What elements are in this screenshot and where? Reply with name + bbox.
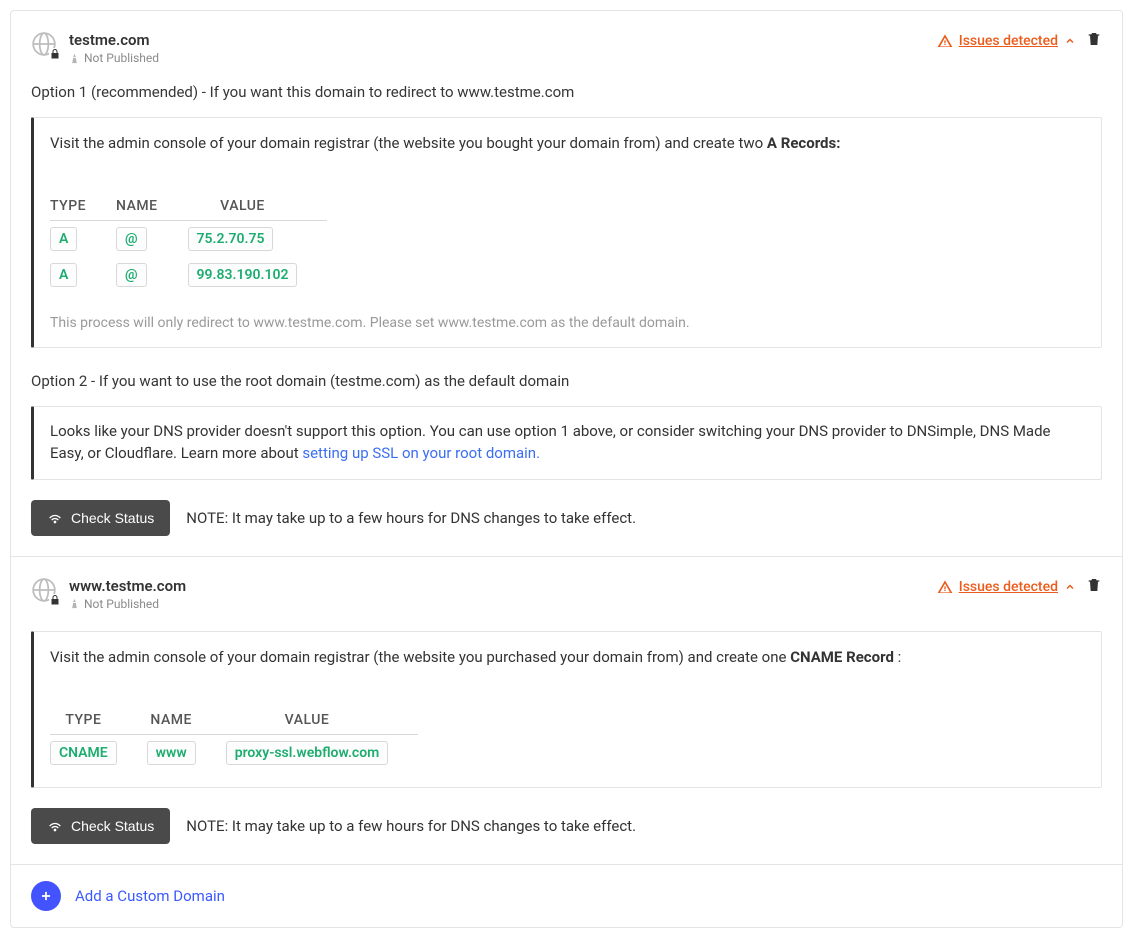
rocket-icon xyxy=(69,53,80,64)
globe-icon xyxy=(31,31,57,57)
panel-header: www.testme.com Not Published Issues dete… xyxy=(31,577,1102,611)
dns-records-table: TYPE NAME VALUE A @ 75.2.70.75 A @ 99.83… xyxy=(50,192,327,293)
record-name-pill: @ xyxy=(116,263,147,287)
warning-icon xyxy=(937,579,953,595)
domain-panel: www.testme.com Not Published Issues dete… xyxy=(11,557,1122,865)
lock-icon xyxy=(49,594,61,606)
publish-status: Not Published xyxy=(69,51,159,65)
header-right: Issues detected xyxy=(937,577,1102,597)
wifi-icon xyxy=(47,818,63,834)
wifi-icon xyxy=(47,510,63,526)
publish-status: Not Published xyxy=(69,597,186,611)
domain-name: testme.com xyxy=(69,31,159,49)
action-note: NOTE: It may take up to a few hours for … xyxy=(186,509,636,527)
domain-panel: testme.com Not Published Issues detected xyxy=(11,11,1122,557)
record-type-pill: A xyxy=(50,263,77,287)
record-value-pill: 75.2.70.75 xyxy=(188,227,274,251)
action-row: Check Status NOTE: It may take up to a f… xyxy=(31,808,1102,844)
option2-title: Option 2 - If you want to use the root d… xyxy=(31,372,1102,390)
domain-info: www.testme.com Not Published xyxy=(69,577,186,611)
ssl-link[interactable]: setting up SSL on your root domain. xyxy=(302,444,540,462)
panel-header: testme.com Not Published Issues detected xyxy=(31,31,1102,65)
issues-detected-link[interactable]: Issues detected xyxy=(937,579,1076,595)
record-type-pill: A xyxy=(50,227,77,251)
dns-records-table: TYPE NAME VALUE CNAME www proxy-ssl.webf… xyxy=(50,706,418,771)
delete-button[interactable] xyxy=(1086,577,1102,597)
plus-icon xyxy=(39,889,53,903)
table-row: A @ 99.83.190.102 xyxy=(50,257,327,293)
action-row: Check Status NOTE: It may take up to a f… xyxy=(31,500,1102,536)
cname-instruction-box: Visit the admin console of your domain r… xyxy=(31,631,1102,788)
th-name: NAME xyxy=(116,192,188,221)
th-name: NAME xyxy=(147,706,226,735)
action-note: NOTE: It may take up to a few hours for … xyxy=(186,817,636,835)
delete-button[interactable] xyxy=(1086,31,1102,51)
rocket-icon xyxy=(69,598,80,609)
option2-box: Looks like your DNS provider doesn't sup… xyxy=(31,406,1102,480)
th-value: VALUE xyxy=(226,706,419,735)
domain-info: testme.com Not Published xyxy=(69,31,159,65)
domain-settings-container: testme.com Not Published Issues detected xyxy=(10,10,1123,928)
lock-icon xyxy=(49,48,61,60)
domain-name: www.testme.com xyxy=(69,577,186,595)
instruction-note: This process will only redirect to www.t… xyxy=(50,315,1085,331)
check-status-button[interactable]: Check Status xyxy=(31,808,170,844)
issues-detected-link[interactable]: Issues detected xyxy=(937,33,1076,49)
option1-instruction-box: Visit the admin console of your domain r… xyxy=(31,117,1102,348)
instruction-text: Visit the admin console of your domain r… xyxy=(50,134,1085,152)
header-left: testme.com Not Published xyxy=(31,31,159,65)
th-type: TYPE xyxy=(50,192,116,221)
chevron-up-icon xyxy=(1064,581,1076,593)
header-right: Issues detected xyxy=(937,31,1102,51)
table-row: CNAME www proxy-ssl.webflow.com xyxy=(50,734,418,771)
add-domain-row: Add a Custom Domain xyxy=(11,865,1122,927)
globe-icon xyxy=(31,577,57,603)
warning-icon xyxy=(937,33,953,49)
record-type-pill: CNAME xyxy=(50,741,117,765)
table-row: A @ 75.2.70.75 xyxy=(50,221,327,258)
th-type: TYPE xyxy=(50,706,147,735)
record-value-pill: proxy-ssl.webflow.com xyxy=(226,741,389,765)
chevron-up-icon xyxy=(1064,35,1076,47)
record-name-pill: @ xyxy=(116,227,147,251)
add-domain-label[interactable]: Add a Custom Domain xyxy=(75,887,225,905)
option1-title: Option 1 (recommended) - If you want thi… xyxy=(31,83,1102,101)
instruction-text: Visit the admin console of your domain r… xyxy=(50,648,1085,666)
th-value: VALUE xyxy=(188,192,328,221)
header-left: www.testme.com Not Published xyxy=(31,577,186,611)
record-name-pill: www xyxy=(147,741,196,765)
check-status-button[interactable]: Check Status xyxy=(31,500,170,536)
add-domain-button[interactable] xyxy=(31,881,61,911)
record-value-pill: 99.83.190.102 xyxy=(188,263,298,287)
